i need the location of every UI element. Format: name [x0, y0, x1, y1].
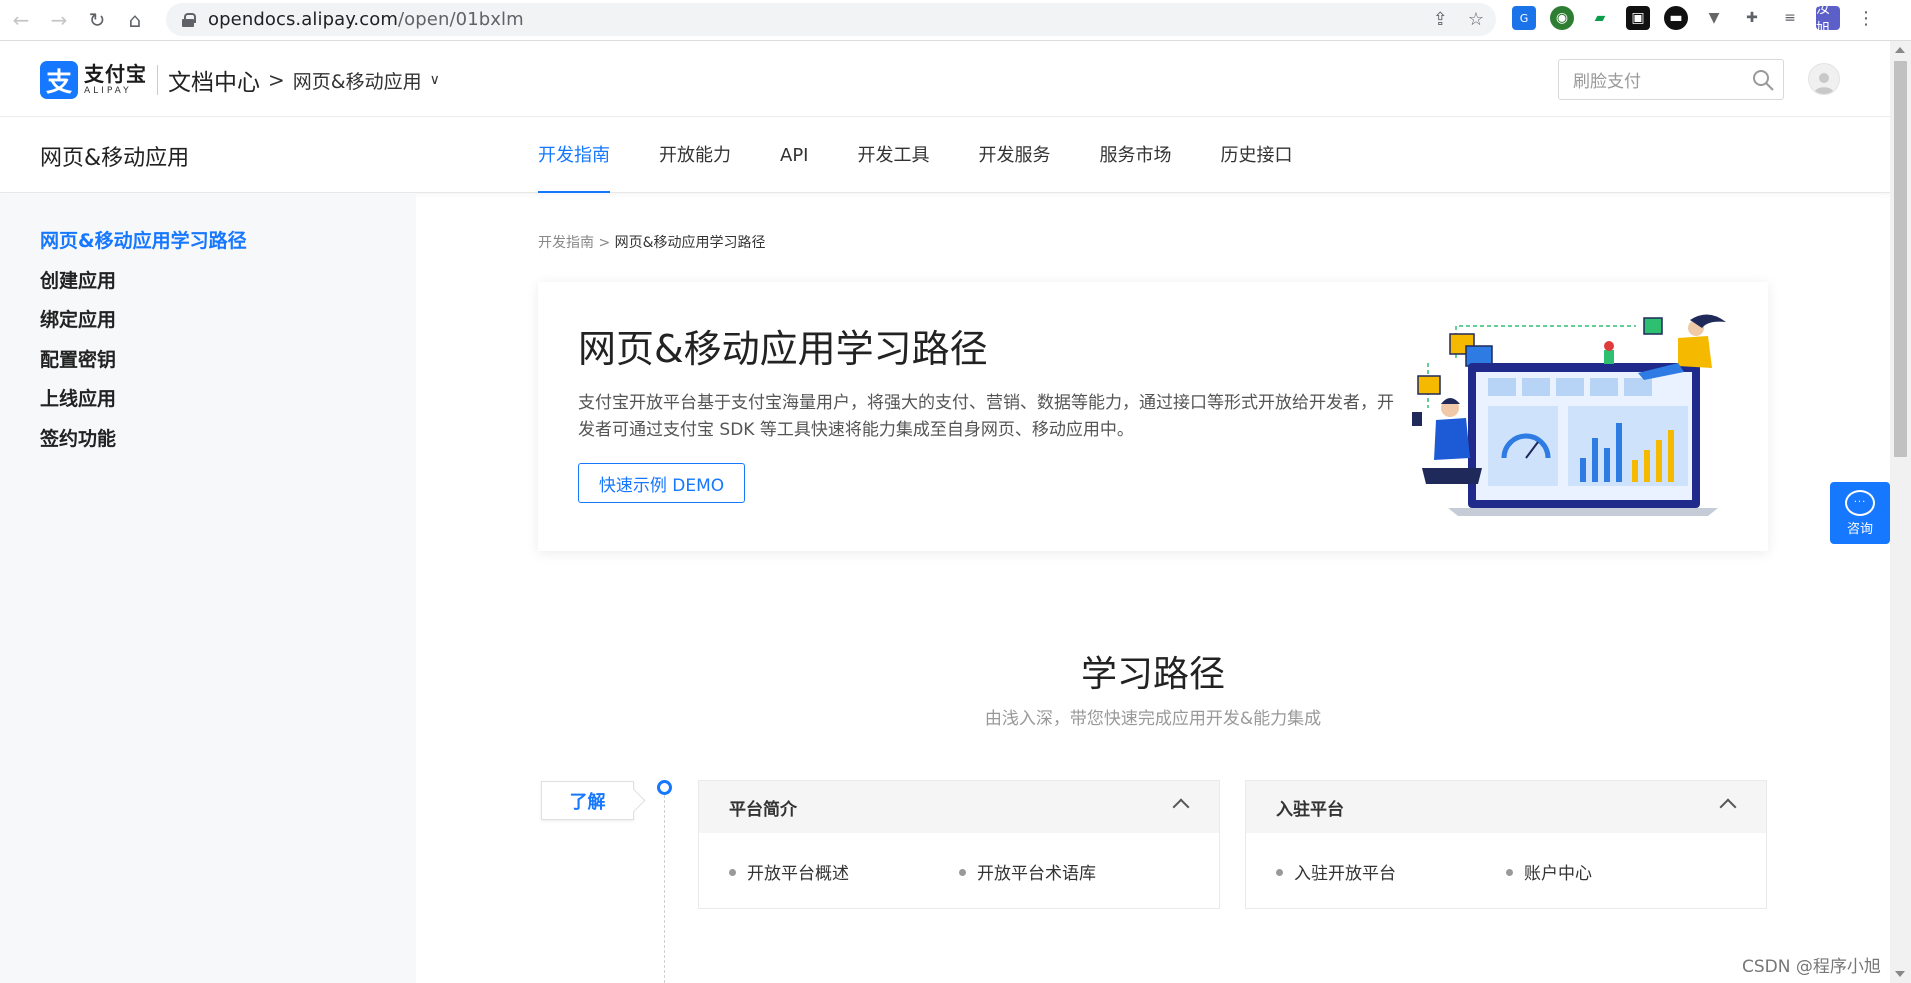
card-header[interactable]: 入驻平台: [1246, 781, 1766, 833]
breadcrumb: 开发指南 > 网页&移动应用学习路径: [538, 232, 766, 252]
tab-4[interactable]: 开发服务: [978, 118, 1050, 193]
hero-banner: 网页&移动应用学习路径 支付宝开放平台基于支付宝海量用户，将强大的支付、营销、数…: [538, 282, 1768, 551]
tab-2[interactable]: API: [780, 118, 808, 193]
search-icon[interactable]: [1751, 68, 1775, 92]
green-extension-icon[interactable]: ▰: [1588, 6, 1612, 30]
quick-demo-button[interactable]: 快速示例 DEMO: [578, 463, 745, 503]
profile-avatar[interactable]: 汝旭: [1816, 1, 1840, 37]
globe-extension-icon[interactable]: ◉: [1550, 6, 1574, 30]
chevron-up-icon[interactable]: [1172, 798, 1190, 816]
watermark: CSDN @程序小旭: [1742, 957, 1881, 977]
scroll-down-icon[interactable]: [1895, 971, 1905, 977]
link-platform-glossary[interactable]: 开放平台术语库: [959, 859, 1096, 884]
scroll-up-icon[interactable]: [1895, 47, 1905, 53]
bookmark-star-icon[interactable]: ☆: [1468, 9, 1484, 30]
tab-5[interactable]: 服务市场: [1099, 118, 1171, 193]
sidebar-item-1[interactable]: 创建应用: [40, 266, 116, 293]
product-title: 网页&移动应用: [40, 146, 190, 171]
logo-en-text: ALIPAY: [84, 86, 132, 96]
share-icon[interactable]: ⇪: [1433, 9, 1448, 30]
vue-extension-icon[interactable]: ▼: [1702, 6, 1726, 30]
page-title: 网页&移动应用学习路径: [578, 327, 988, 371]
consult-button[interactable]: ··· 咨询: [1830, 482, 1890, 544]
timeline-dot: [657, 780, 672, 795]
tab-0[interactable]: 开发指南: [538, 118, 610, 193]
dark-extension-icon[interactable]: ▣: [1626, 6, 1650, 30]
learning-path-subtitle: 由浅入深，带您快速完成应用开发&能力集成: [984, 709, 1322, 729]
sidebar-item-5[interactable]: 签约功能: [40, 424, 116, 451]
block-extension-icon[interactable]: ▬: [1664, 6, 1688, 30]
user-avatar-icon[interactable]: [1808, 63, 1840, 95]
chat-bubble-icon: ···: [1845, 489, 1875, 516]
lock-icon: [182, 12, 196, 27]
alipay-logo[interactable]: 支 支付宝 ALIPAY 文档中心 > 网页&移动应用 ∨: [40, 61, 440, 99]
header-crumb-separator: >: [268, 68, 285, 92]
sidebar-item-3[interactable]: 配置密钥: [40, 345, 116, 372]
sidebar-item-0[interactable]: 网页&移动应用学习路径: [40, 226, 247, 253]
timeline-line: [664, 795, 665, 983]
address-bar[interactable]: opendocs.alipay.com/open/01bxlm ⇪ ☆: [166, 3, 1496, 36]
reload-icon[interactable]: ↻: [78, 1, 116, 39]
card-join-platform: 入驻平台 入驻开放平台 账户中心: [1245, 780, 1767, 909]
breadcrumb-parent[interactable]: 开发指南: [538, 235, 594, 251]
card-platform-intro: 平台简介 开放平台概述 开放平台术语库: [698, 780, 1220, 909]
back-icon[interactable]: ←: [2, 1, 40, 39]
consult-label: 咨询: [1846, 521, 1873, 537]
scroll-thumb[interactable]: [1894, 61, 1907, 457]
product-nav: 网页&移动应用 开发指南 开放能力 API 开发工具 开发服务 服务市场 历史接口: [0, 118, 1890, 193]
hero-description: 支付宝开放平台基于支付宝海量用户，将强大的支付、营销、数据等能力，通过接口等形式…: [578, 393, 1394, 440]
link-platform-overview[interactable]: 开放平台概述: [729, 859, 849, 884]
doc-center-link[interactable]: 文档中心: [168, 63, 260, 97]
app-type-selector[interactable]: 网页&移动应用: [293, 67, 422, 94]
logo-cn-text: 支付宝: [84, 62, 147, 86]
card-title: 平台简介: [729, 799, 797, 820]
url-text[interactable]: opendocs.alipay.com/open/01bxlm: [208, 9, 524, 30]
chevron-down-icon[interactable]: ∨: [430, 72, 440, 88]
page-scrollbar[interactable]: [1890, 41, 1911, 983]
breadcrumb-separator: >: [594, 235, 615, 251]
alipay-logo-icon: 支: [40, 61, 78, 99]
forward-icon[interactable]: →: [40, 1, 78, 39]
card-header[interactable]: 平台简介: [699, 781, 1219, 833]
link-join-open-platform[interactable]: 入驻开放平台: [1276, 859, 1396, 884]
card-title: 入驻平台: [1276, 799, 1344, 820]
browser-toolbar: ← → ↻ ⌂ opendocs.alipay.com/open/01bxlm …: [0, 0, 1911, 41]
sidebar: 网页&移动应用学习路径 创建应用绑定应用配置密钥上线应用签约功能: [0, 194, 416, 983]
stage-tag-learn: 了解: [541, 781, 634, 820]
breadcrumb-current: 网页&移动应用学习路径: [614, 235, 766, 251]
learning-path-title: 学习路径: [1080, 654, 1225, 695]
menu-dots-icon[interactable]: ⋮: [1854, 6, 1878, 30]
extensions-puzzle-icon[interactable]: ✚: [1740, 6, 1764, 30]
sidebar-item-4[interactable]: 上线应用: [40, 384, 116, 411]
reading-list-icon[interactable]: ≡: [1778, 6, 1802, 30]
home-icon[interactable]: ⌂: [116, 1, 154, 39]
tab-1[interactable]: 开放能力: [659, 118, 731, 193]
link-account-center[interactable]: 账户中心: [1506, 859, 1592, 884]
developer-illustration: [1412, 314, 1726, 516]
search-placeholder: 刷脸支付: [1573, 72, 1641, 92]
tab-6[interactable]: 历史接口: [1220, 118, 1292, 193]
search-input[interactable]: 刷脸支付: [1558, 59, 1784, 100]
translate-extension-icon[interactable]: G: [1512, 6, 1536, 30]
site-header: 支 支付宝 ALIPAY 文档中心 > 网页&移动应用 ∨ 刷脸支付: [0, 41, 1890, 117]
chevron-up-icon[interactable]: [1719, 798, 1737, 816]
logo-divider: [157, 65, 158, 95]
sidebar-item-2[interactable]: 绑定应用: [40, 305, 116, 332]
tab-3[interactable]: 开发工具: [857, 118, 929, 193]
